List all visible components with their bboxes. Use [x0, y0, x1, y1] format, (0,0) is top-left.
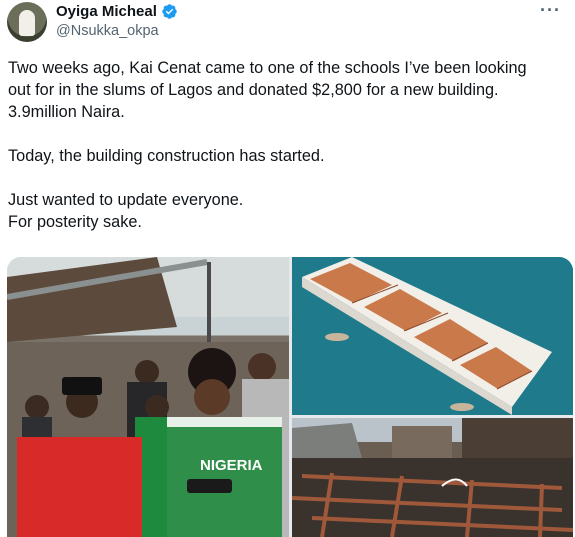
jersey-text: NIGERIA [200, 457, 263, 474]
tweet-line: For posterity sake. [8, 213, 142, 231]
tweet-line: Just wanted to update everyone. [8, 191, 244, 209]
avatar-figure [19, 10, 35, 36]
avatar[interactable] [7, 2, 47, 42]
tweet-line: out for in the slums of Lagos and donate… [8, 81, 499, 99]
author-handle[interactable]: @Nsukka_okpa [56, 23, 159, 39]
media-grid: NIGERIA [7, 257, 573, 537]
model-illustration [292, 257, 573, 415]
crowd-photo[interactable]: NIGERIA [7, 257, 289, 537]
site-illustration [292, 418, 573, 537]
tweet-line: 3.9million Naira. [8, 103, 125, 121]
tweet-text: Two weeks ago, Kai Cenat came to one of … [8, 57, 568, 233]
tweet-header: Oyiga Micheal @Nsukka_okpa ··· [0, 0, 575, 50]
crowd-illustration: NIGERIA [7, 257, 289, 537]
building-model-photo[interactable] [292, 257, 573, 415]
tweet-line: Today, the building construction has sta… [8, 147, 325, 165]
more-options-icon[interactable]: ··· [540, 0, 561, 21]
author-name-row: Oyiga Micheal [56, 3, 178, 20]
tweet-line: Two weeks ago, Kai Cenat came to one of … [8, 59, 527, 77]
verified-badge-icon [162, 4, 177, 19]
construction-site-photo[interactable] [292, 418, 573, 537]
author-display-name[interactable]: Oyiga Micheal [56, 3, 157, 20]
